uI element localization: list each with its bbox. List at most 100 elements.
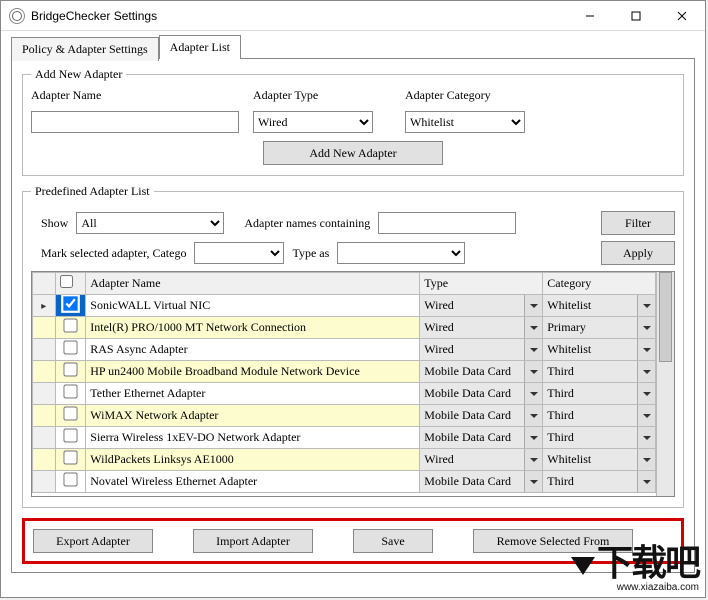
row-checkbox[interactable] [63,406,77,420]
cell-type[interactable]: Wired [420,317,543,339]
row-marker[interactable] [33,449,56,471]
cell-type[interactable]: Mobile Data Card [420,405,543,427]
row-checkbox-cell[interactable] [55,317,86,339]
table-row[interactable]: Tether Ethernet AdapterMobile Data CardT… [33,383,656,405]
cell-category[interactable]: Primary [543,317,656,339]
save-button[interactable]: Save [353,529,433,553]
grid-scrollbar[interactable] [656,272,674,496]
row-checkbox[interactable] [63,472,77,486]
maximize-button[interactable] [613,1,659,31]
tab-adapter-list[interactable]: Adapter List [159,35,241,59]
table-row[interactable]: RAS Async AdapterWiredWhitelist [33,339,656,361]
chevron-down-icon[interactable] [637,317,655,338]
row-checkbox-cell[interactable] [55,405,86,427]
cell-category[interactable]: Whitelist [543,295,656,317]
cell-type[interactable]: Mobile Data Card [420,383,543,405]
adapter-name-input[interactable] [31,111,239,133]
cell-type[interactable]: Wired [420,449,543,471]
cell-category[interactable]: Third [543,471,656,493]
names-containing-input[interactable] [378,212,516,234]
row-marker[interactable] [33,405,56,427]
table-row[interactable]: WiMAX Network AdapterMobile Data CardThi… [33,405,656,427]
cell-category[interactable]: Third [543,405,656,427]
header-adapter-name[interactable]: Adapter Name [86,273,420,295]
chevron-down-icon[interactable] [637,427,655,448]
export-adapter-button[interactable]: Export Adapter [33,529,153,553]
chevron-down-icon[interactable] [637,449,655,470]
row-marker[interactable] [33,339,56,361]
import-adapter-button[interactable]: Import Adapter [193,529,313,553]
cell-type[interactable]: Mobile Data Card [420,361,543,383]
cell-type[interactable]: Mobile Data Card [420,427,543,449]
show-select[interactable]: All [76,212,224,234]
row-checkbox[interactable] [63,340,77,354]
row-checkbox[interactable] [63,318,77,332]
row-checkbox-cell[interactable] [55,361,86,383]
chevron-down-icon[interactable] [637,339,655,360]
row-marker[interactable] [33,383,56,405]
chevron-down-icon[interactable] [524,471,542,492]
mark-category-select[interactable] [194,242,284,264]
row-checkbox[interactable] [63,384,77,398]
row-checkbox[interactable] [63,428,77,442]
label-adapter-name: Adapter Name [31,88,241,103]
row-marker[interactable] [33,361,56,383]
chevron-down-icon[interactable] [524,317,542,338]
row-checkbox[interactable] [63,362,77,376]
chevron-down-icon[interactable] [524,449,542,470]
close-button[interactable] [659,1,705,31]
chevron-down-icon[interactable] [524,427,542,448]
chevron-down-icon[interactable] [637,471,655,492]
chevron-down-icon[interactable] [524,383,542,404]
row-checkbox-cell[interactable] [55,427,86,449]
minimize-button[interactable] [567,1,613,31]
row-checkbox[interactable] [63,450,77,464]
cell-category[interactable]: Third [543,383,656,405]
table-row[interactable]: SonicWALL Virtual NICWiredWhitelist [33,295,656,317]
row-marker[interactable] [33,427,56,449]
row-checkbox-cell[interactable] [55,339,86,361]
table-row[interactable]: HP un2400 Mobile Broadband Module Networ… [33,361,656,383]
row-marker[interactable] [33,317,56,339]
chevron-down-icon[interactable] [637,295,655,316]
header-checkbox[interactable] [55,273,86,295]
add-new-adapter-button[interactable]: Add New Adapter [263,141,443,165]
header-row-marker [33,273,56,295]
cell-category[interactable]: Third [543,427,656,449]
table-row[interactable]: Intel(R) PRO/1000 MT Network ConnectionW… [33,317,656,339]
cell-category[interactable]: Whitelist [543,339,656,361]
chevron-down-icon[interactable] [637,383,655,404]
row-checkbox[interactable] [63,296,77,310]
table-row[interactable]: Sierra Wireless 1xEV-DO Network AdapterM… [33,427,656,449]
chevron-down-icon[interactable] [524,361,542,382]
chevron-down-icon[interactable] [637,361,655,382]
row-checkbox-cell[interactable] [55,471,86,493]
table-row[interactable]: Novatel Wireless Ethernet AdapterMobile … [33,471,656,493]
row-checkbox-cell[interactable] [55,383,86,405]
remove-selected-button[interactable]: Remove Selected From [473,529,633,553]
chevron-down-icon[interactable] [524,295,542,316]
cell-type[interactable]: Wired [420,295,543,317]
chevron-down-icon[interactable] [637,405,655,426]
adapter-type-select[interactable]: Wired [253,111,373,133]
titlebar[interactable]: BridgeChecker Settings [1,1,705,31]
filter-button[interactable]: Filter [601,211,675,235]
cell-category[interactable]: Third [543,361,656,383]
row-checkbox-cell[interactable] [55,449,86,471]
row-marker[interactable] [33,471,56,493]
chevron-down-icon[interactable] [524,405,542,426]
adapter-category-select[interactable]: Whitelist [405,111,525,133]
scrollbar-thumb[interactable] [659,272,672,362]
cell-category[interactable]: Whitelist [543,449,656,471]
tab-policy-adapter-settings[interactable]: Policy & Adapter Settings [11,37,159,61]
header-category[interactable]: Category [543,273,656,295]
row-marker[interactable] [33,295,56,317]
row-checkbox-cell[interactable] [55,295,86,317]
cell-type[interactable]: Mobile Data Card [420,471,543,493]
cell-type[interactable]: Wired [420,339,543,361]
apply-button[interactable]: Apply [601,241,675,265]
type-as-select[interactable] [337,242,465,264]
chevron-down-icon[interactable] [524,339,542,360]
table-row[interactable]: WildPackets Linksys AE1000WiredWhitelist [33,449,656,471]
header-type[interactable]: Type [420,273,543,295]
